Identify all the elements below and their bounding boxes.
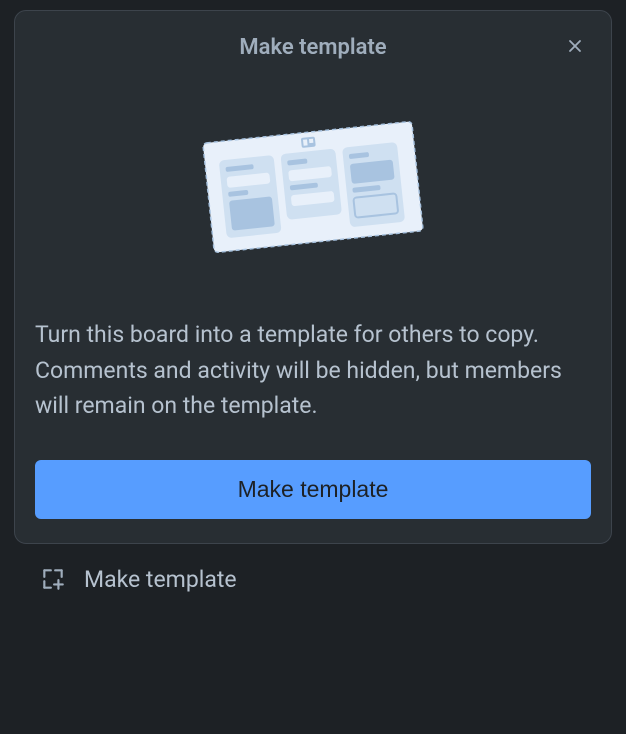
template-board-illustration	[35, 117, 591, 257]
close-button[interactable]	[559, 31, 591, 63]
dialog-header: Make template	[35, 27, 591, 67]
menu-item-label: Make template	[84, 566, 237, 593]
dialog-description: Turn this board into a template for othe…	[35, 317, 591, 424]
menu-item-make-template[interactable]: Make template	[0, 544, 626, 593]
template-add-icon	[40, 566, 66, 592]
dialog-title: Make template	[239, 35, 386, 60]
close-icon	[565, 36, 585, 59]
make-template-button[interactable]: Make template	[35, 460, 591, 519]
make-template-dialog: Make template	[14, 10, 612, 544]
